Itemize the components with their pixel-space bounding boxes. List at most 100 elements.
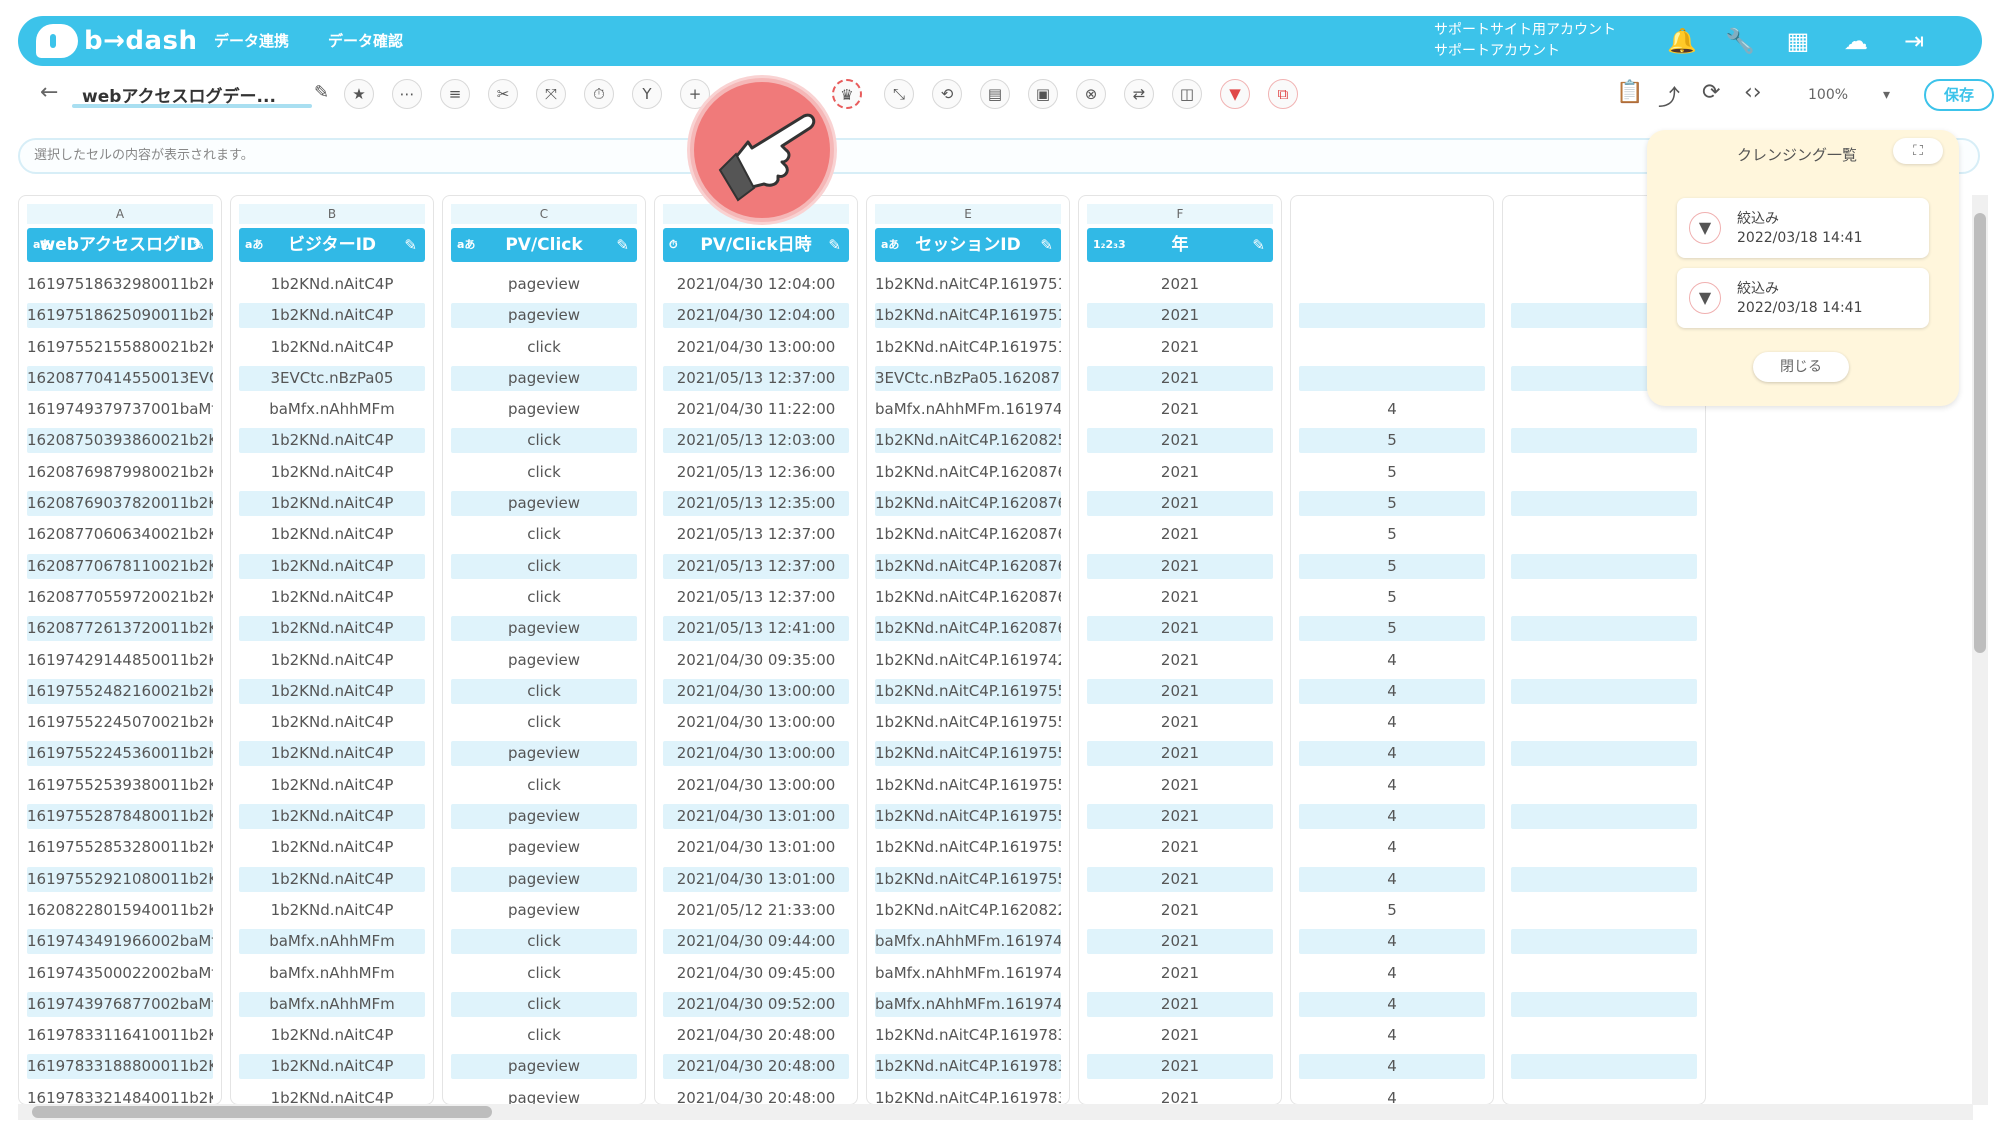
table-cell[interactable]: 2021/04/30 13:00:00 <box>663 771 849 802</box>
table-cell[interactable]: 1b2KNd.nAitC4P <box>239 270 425 301</box>
table-cell[interactable]: pageview <box>451 802 637 833</box>
type-badge-icon[interactable]: aあ <box>245 228 263 262</box>
table-cell[interactable]: 2021 <box>1087 1021 1273 1052</box>
back-arrow-icon[interactable]: ← <box>40 80 58 105</box>
table-cell[interactable]: 4 <box>1299 708 1485 739</box>
table-cell[interactable]: 2021/04/30 09:52:00 <box>663 990 849 1021</box>
table-cell[interactable]: 2021/04/30 12:04:00 <box>663 270 849 301</box>
table-cell[interactable] <box>1511 1052 1697 1083</box>
table-cell[interactable] <box>1511 833 1697 864</box>
table-cell[interactable]: 1b2KNd.nAitC4P.162082526... <box>875 426 1061 457</box>
table-cell[interactable] <box>1511 677 1697 708</box>
table-cell[interactable]: baMfx.nAhhMFm.161974929... <box>875 395 1061 426</box>
table-cell[interactable] <box>1511 520 1697 551</box>
horizontal-scrollbar[interactable] <box>18 1104 1973 1120</box>
wrench-icon[interactable]: 🔧 <box>1724 25 1756 57</box>
table-cell[interactable]: click <box>451 333 637 364</box>
table-cell[interactable]: 2021 <box>1087 865 1273 896</box>
table-cell[interactable] <box>1511 990 1697 1021</box>
cancel-icon[interactable]: ⊗ <box>1076 79 1106 109</box>
table-cell[interactable]: 2021/04/30 13:01:00 <box>663 833 849 864</box>
table-cell[interactable]: pageview <box>451 364 637 395</box>
loop-icon[interactable]: ⟲ <box>932 79 962 109</box>
refresh-icon[interactable]: ⟳ <box>1702 80 1720 105</box>
table-cell[interactable]: 1b2KNd.nAitC4P.161975180... <box>875 270 1061 301</box>
table-cell[interactable]: 2021/05/13 12:03:00 <box>663 426 849 457</box>
table-cell[interactable]: 1b2KNd.nAitC4P.161975521... <box>875 739 1061 770</box>
table-cell[interactable]: 4 <box>1299 771 1485 802</box>
table-cell[interactable]: pageview <box>451 489 637 520</box>
table-cell[interactable]: 5 <box>1299 896 1485 927</box>
table-cell[interactable]: 5 <box>1299 614 1485 645</box>
table-cell[interactable]: 2021/04/30 09:44:00 <box>663 927 849 958</box>
table-cell[interactable]: 4 <box>1299 927 1485 958</box>
table-cell[interactable]: 2021/05/12 21:33:00 <box>663 896 849 927</box>
table-cell[interactable]: 16197552482160021b2KNd... <box>27 677 213 708</box>
table-cell[interactable]: 16197552245070021b2KNd... <box>27 708 213 739</box>
table-cell[interactable]: pageview <box>451 1084 637 1105</box>
table-cell[interactable]: 16197552155880021b2KNd... <box>27 333 213 364</box>
table-cell[interactable]: pageview <box>451 739 637 770</box>
table-cell[interactable]: 1b2KNd.nAitC4P.162087690... <box>875 489 1061 520</box>
table-cell[interactable]: pageview <box>451 301 637 332</box>
table-cell[interactable]: 2021 <box>1087 802 1273 833</box>
column-letter[interactable]: B <box>239 204 425 224</box>
table-cell[interactable]: 2021 <box>1087 1084 1273 1105</box>
column-letter[interactable]: E <box>875 204 1061 224</box>
table-cell[interactable]: pageview <box>451 614 637 645</box>
column-letter[interactable]: F <box>1087 204 1273 224</box>
table-cell[interactable]: 1b2KNd.nAitC4P <box>239 489 425 520</box>
table-cell[interactable]: 2021/04/30 13:01:00 <box>663 802 849 833</box>
horizontal-scroll-thumb[interactable] <box>32 1106 492 1118</box>
table-cell[interactable]: 2021 <box>1087 739 1273 770</box>
table-cell[interactable] <box>1511 426 1697 457</box>
table-cell[interactable]: 1619743976877002baMfx.n... <box>27 990 213 1021</box>
table-cell[interactable]: 2021/05/13 12:37:00 <box>663 552 849 583</box>
type-badge-icon[interactable]: aあ <box>457 228 475 262</box>
table-cell[interactable] <box>1511 865 1697 896</box>
table-cell[interactable]: 2021 <box>1087 458 1273 489</box>
type-badge-icon[interactable]: aあ <box>881 228 899 262</box>
table-cell[interactable]: 2021/05/13 12:35:00 <box>663 489 849 520</box>
scissors-icon[interactable]: ✂ <box>488 79 518 109</box>
table-cell[interactable]: 1b2KNd.nAitC4P.161975521... <box>875 865 1061 896</box>
nav-data-check[interactable]: データ確認 <box>328 30 403 51</box>
table-cell[interactable]: 5 <box>1299 426 1485 457</box>
table-cell[interactable]: click <box>451 990 637 1021</box>
table-cell[interactable]: 3EVCtc.nBzPa05.162087702... <box>875 364 1061 395</box>
table-cell[interactable]: 2021 <box>1087 426 1273 457</box>
bell-icon[interactable]: 🔔 <box>1666 25 1698 57</box>
type-badge-icon[interactable]: ⏱ <box>669 228 678 262</box>
edit-column-icon[interactable]: ✎ <box>192 228 205 262</box>
column-header[interactable]: aあ webアクセスログID ✎ <box>27 228 213 262</box>
panel-expand-icon[interactable]: ⛶ <box>1893 138 1943 164</box>
table-cell[interactable]: 16208770559720021b2KNd... <box>27 583 213 614</box>
table-cell[interactable]: 1b2KNd.nAitC4P.161974291... <box>875 646 1061 677</box>
table-cell[interactable]: baMfx.nAhhMFm <box>239 990 425 1021</box>
table-cell[interactable]: 16208772613720011b2KNd... <box>27 614 213 645</box>
column-letter[interactable]: A <box>27 204 213 224</box>
table-cell[interactable]: 2021/04/30 11:22:00 <box>663 395 849 426</box>
table-cell[interactable]: 2021/04/30 20:48:00 <box>663 1084 849 1105</box>
table-cell[interactable]: 1b2KNd.nAitC4P <box>239 646 425 677</box>
table-cell[interactable]: 2021 <box>1087 1052 1273 1083</box>
vertical-scrollbar[interactable] <box>1972 195 1988 1105</box>
timer-icon[interactable]: ⏱ <box>584 79 614 109</box>
type-badge-icon[interactable]: 1₂2₃3 <box>1093 228 1126 262</box>
table-cell[interactable]: click <box>451 520 637 551</box>
table-cell[interactable]: 2021/04/30 13:00:00 <box>663 708 849 739</box>
table-cell[interactable]: 1b2KNd.nAitC4P.161975521... <box>875 771 1061 802</box>
table-cell[interactable]: click <box>451 458 637 489</box>
table-cell[interactable]: baMfx.nAhhMFm <box>239 927 425 958</box>
table-cell[interactable]: 16197552921080011b2KNd... <box>27 865 213 896</box>
collapse-icon[interactable]: ⤡ <box>884 79 914 109</box>
table-cell[interactable]: 4 <box>1299 1084 1485 1105</box>
table-cell[interactable]: 5 <box>1299 520 1485 551</box>
table-cell[interactable] <box>1511 708 1697 739</box>
table-cell[interactable]: click <box>451 959 637 990</box>
table-cell[interactable]: 2021/04/30 13:01:00 <box>663 865 849 896</box>
table-cell[interactable]: 2021 <box>1087 364 1273 395</box>
table-cell[interactable]: 2021 <box>1087 959 1273 990</box>
close-panel-button[interactable]: 閉じる <box>1753 352 1849 382</box>
code-icon[interactable]: ‹› <box>1744 80 1762 105</box>
